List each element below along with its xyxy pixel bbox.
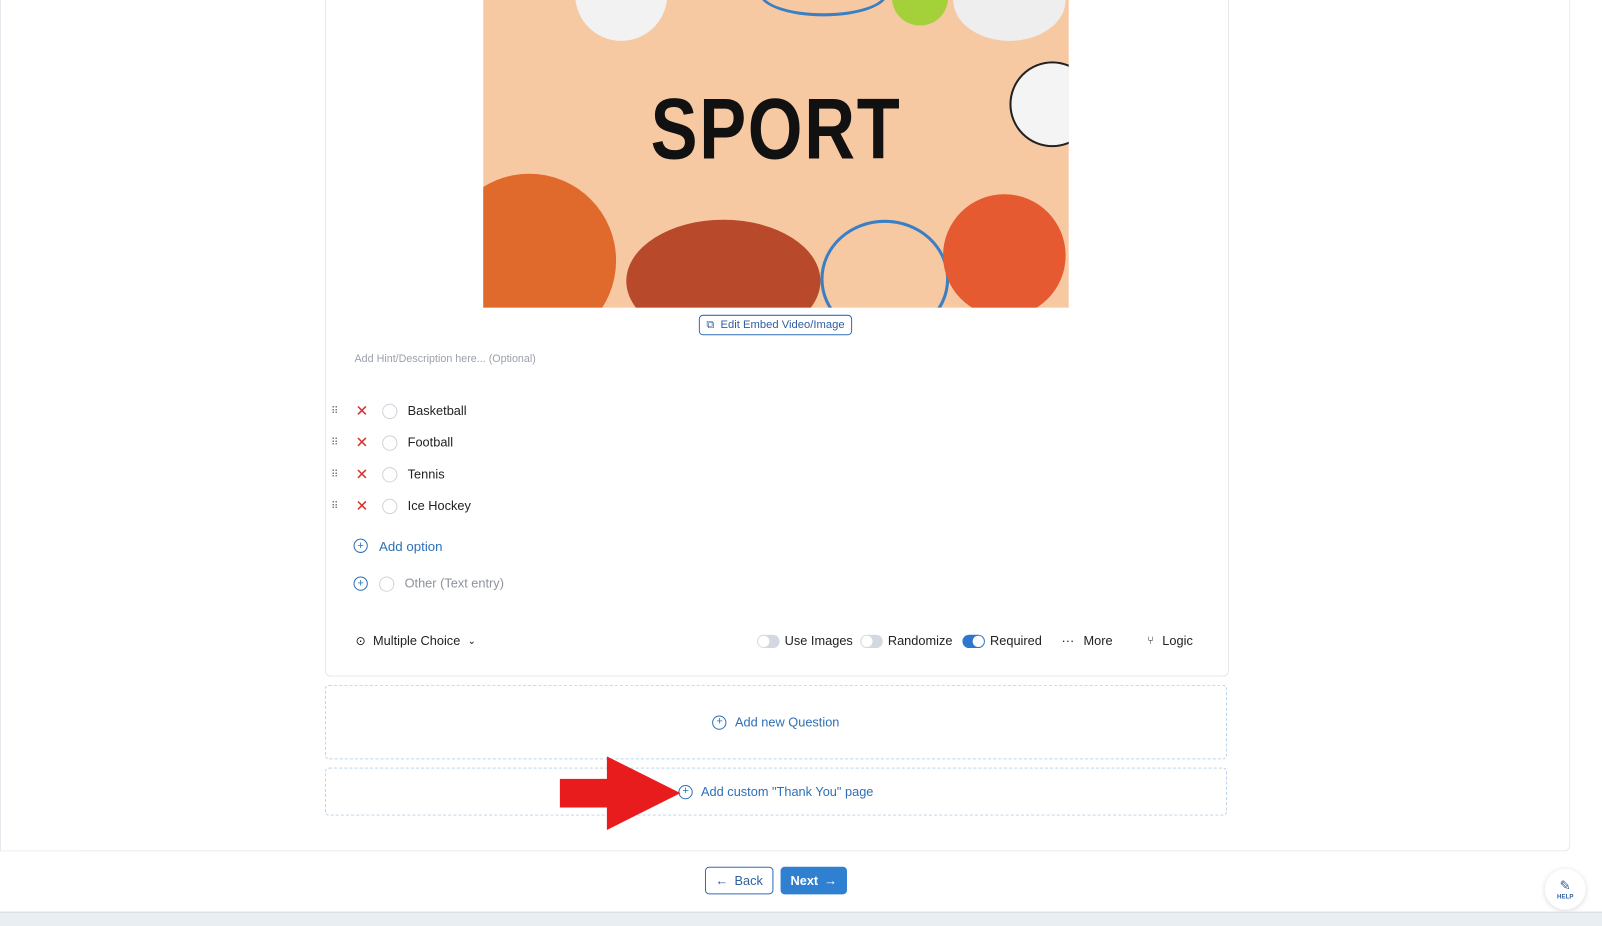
delete-option-icon[interactable]: ✕ bbox=[356, 465, 374, 483]
question-image: SPORT bbox=[483, 0, 1069, 308]
image-caption: SPORT bbox=[650, 80, 902, 177]
toggle-label: Required bbox=[990, 633, 1042, 649]
use-images-toggle[interactable]: Use Images bbox=[757, 632, 853, 650]
add-question-label: Add new Question bbox=[735, 714, 840, 730]
option-row: ⠿ ✕ Tennis bbox=[331, 464, 445, 484]
drag-handle-icon[interactable]: ⠿ bbox=[331, 469, 339, 480]
option-row: ⠿ ✕ Football bbox=[331, 432, 453, 452]
other-option-label: Other (Text entry) bbox=[404, 576, 504, 591]
horizontal-scrollbar[interactable] bbox=[0, 911, 1602, 926]
arrow-right-icon: → bbox=[824, 873, 838, 888]
radio-type-icon: ⊙ bbox=[355, 633, 366, 649]
scrollbar[interactable] bbox=[1571, 0, 1602, 912]
drag-handle-icon[interactable]: ⠿ bbox=[331, 500, 339, 511]
randomize-toggle[interactable]: Randomize bbox=[860, 632, 952, 650]
more-button[interactable]: ··· More bbox=[1062, 632, 1113, 650]
add-option-label: Add option bbox=[379, 538, 443, 554]
help-button[interactable]: ✎ HELP bbox=[1544, 868, 1586, 910]
add-question-button[interactable]: + Add new Question bbox=[324, 684, 1228, 760]
toggle-switch[interactable] bbox=[757, 634, 780, 648]
logic-icon: ⑂ bbox=[1147, 634, 1155, 647]
logic-label: Logic bbox=[1162, 633, 1193, 649]
plus-circle-icon: + bbox=[712, 714, 727, 730]
edit-embed-label: Edit Embed Video/Image bbox=[720, 318, 845, 332]
back-label: Back bbox=[734, 873, 763, 888]
help-icon: ✎ bbox=[1559, 877, 1571, 894]
image-icon: ⧉ bbox=[706, 318, 715, 331]
option-radio[interactable] bbox=[382, 403, 398, 419]
drag-handle-icon[interactable]: ⠿ bbox=[331, 437, 339, 448]
toggle-switch[interactable] bbox=[962, 634, 985, 648]
delete-option-icon[interactable]: ✕ bbox=[356, 402, 374, 420]
arrow-left-icon: ← bbox=[715, 873, 729, 888]
toggle-label: Randomize bbox=[887, 633, 953, 649]
question-type-dropdown[interactable]: ⊙ Multiple Choice ⌄ bbox=[356, 632, 476, 650]
plus-circle-icon: + bbox=[353, 538, 368, 553]
back-button[interactable]: ← Back bbox=[704, 866, 774, 895]
drag-handle-icon[interactable]: ⠿ bbox=[331, 405, 339, 416]
help-label: HELP bbox=[1557, 894, 1574, 901]
option-radio[interactable] bbox=[382, 434, 398, 451]
question-type-label: Multiple Choice bbox=[372, 633, 461, 649]
option-radio bbox=[379, 575, 395, 592]
hint-input[interactable]: Add Hint/Description here... (Optional) bbox=[355, 353, 536, 365]
toggle-switch[interactable] bbox=[860, 634, 883, 648]
chevron-down-icon: ⌄ bbox=[467, 635, 477, 647]
annotation-arrow-icon bbox=[559, 756, 681, 830]
next-button[interactable]: Next → bbox=[780, 866, 847, 895]
add-thank-you-button[interactable]: + Add custom "Thank You" page bbox=[324, 767, 1228, 816]
option-label[interactable]: Basketball bbox=[408, 404, 467, 418]
add-other-option[interactable]: + Other (Text entry) bbox=[353, 573, 504, 593]
option-radio[interactable] bbox=[382, 498, 398, 514]
delete-option-icon[interactable]: ✕ bbox=[356, 497, 374, 515]
more-label: More bbox=[1083, 633, 1113, 649]
delete-option-icon[interactable]: ✕ bbox=[356, 433, 374, 451]
plus-circle-icon: + bbox=[353, 576, 368, 591]
required-toggle[interactable]: Required bbox=[962, 632, 1042, 650]
add-option-button[interactable]: + Add option bbox=[353, 536, 443, 556]
toggle-label: Use Images bbox=[784, 633, 853, 649]
logic-button[interactable]: ⑂ Logic bbox=[1147, 632, 1192, 650]
option-radio[interactable] bbox=[382, 466, 398, 482]
option-label[interactable]: Tennis bbox=[408, 467, 445, 481]
option-label[interactable]: Football bbox=[408, 435, 453, 449]
option-label[interactable]: Ice Hockey bbox=[408, 499, 471, 513]
next-label: Next bbox=[790, 873, 819, 888]
edit-embed-button[interactable]: ⧉ Edit Embed Video/Image bbox=[698, 314, 853, 336]
ellipsis-icon: ··· bbox=[1061, 633, 1075, 649]
option-row: ⠿ ✕ Basketball bbox=[331, 401, 467, 421]
add-thank-you-label: Add custom "Thank You" page bbox=[701, 784, 874, 799]
option-row: ⠿ ✕ Ice Hockey bbox=[331, 496, 471, 516]
